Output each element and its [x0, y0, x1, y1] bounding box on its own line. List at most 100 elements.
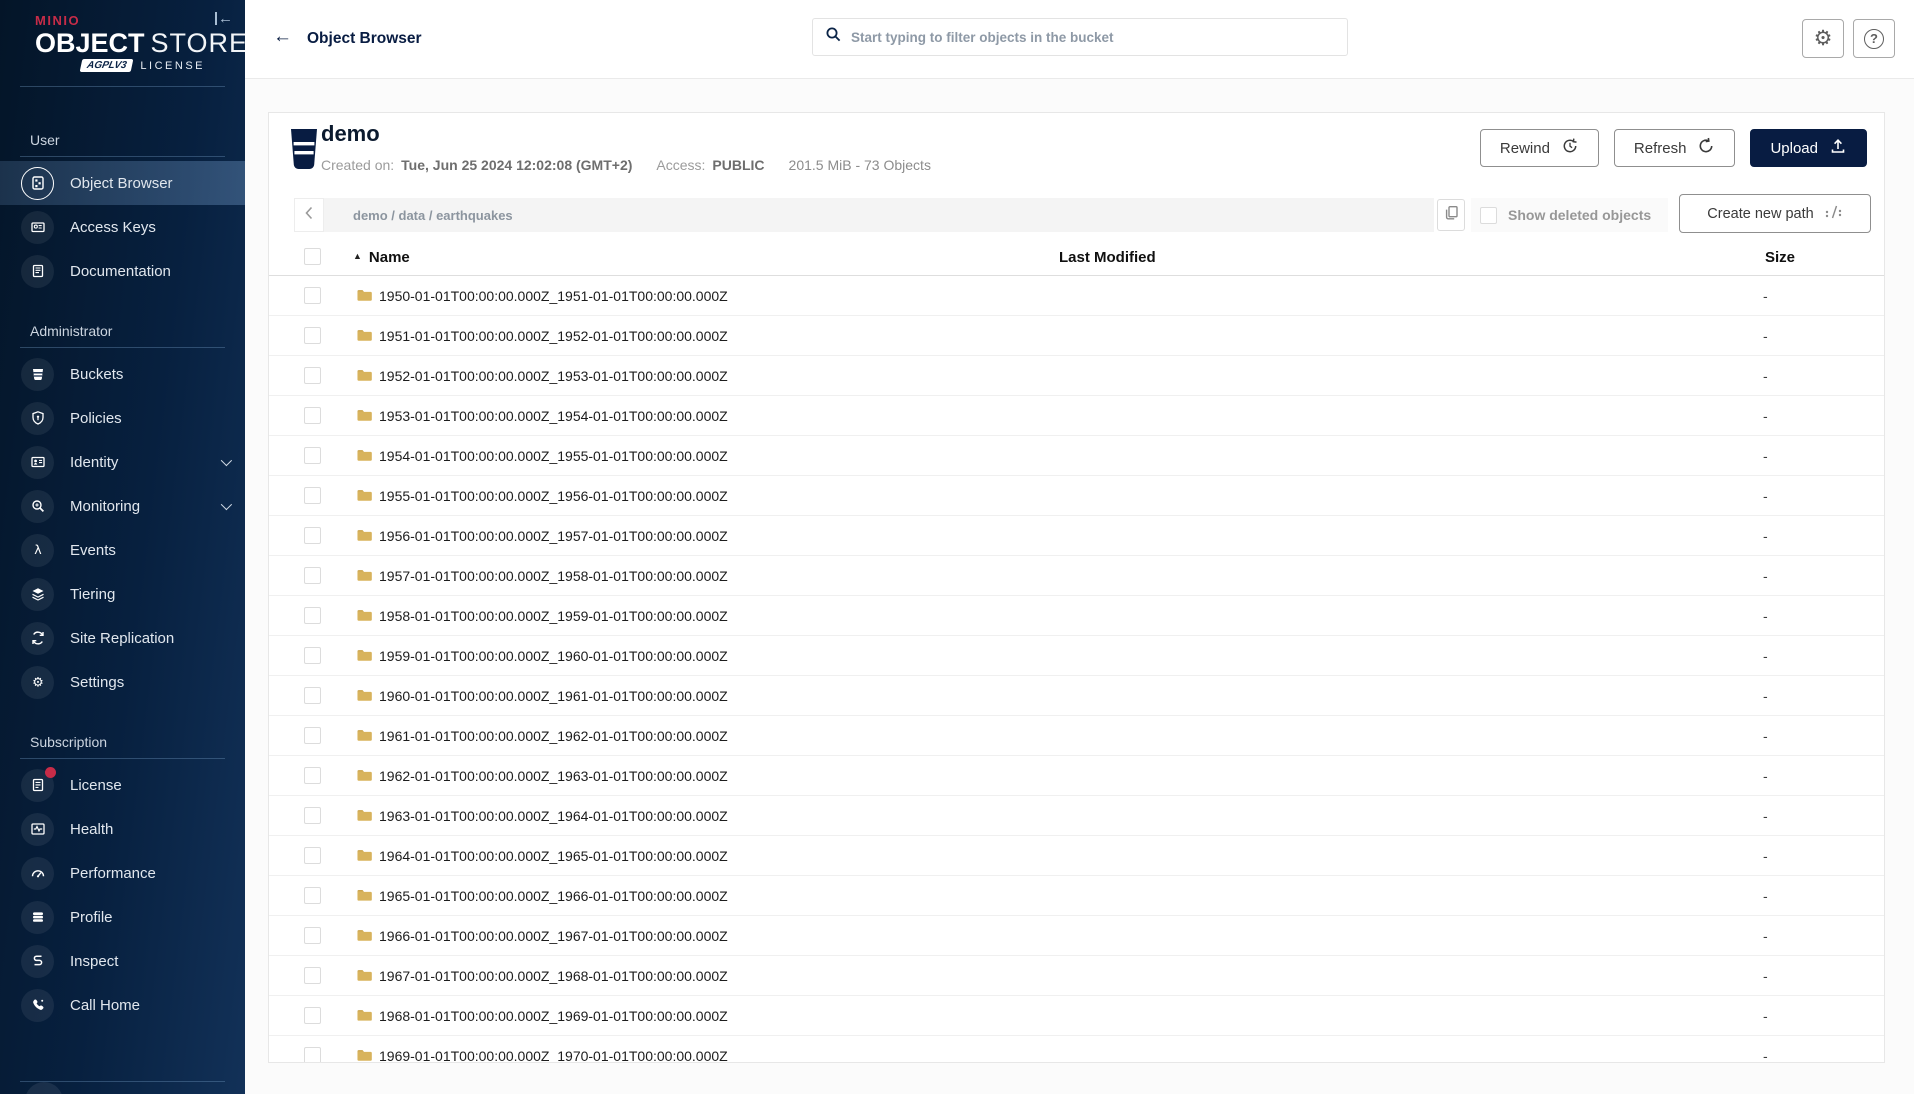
- table-row[interactable]: 1958-01-01T00:00:00.000Z_1959-01-01T00:0…: [269, 596, 1884, 636]
- table-row[interactable]: 1961-01-01T00:00:00.000Z_1962-01-01T00:0…: [269, 716, 1884, 756]
- row-checkbox[interactable]: [304, 607, 321, 624]
- sidebar-item-monitoring[interactable]: Monitoring: [0, 484, 245, 528]
- row-checkbox[interactable]: [304, 287, 321, 304]
- row-checkbox[interactable]: [304, 567, 321, 584]
- sidebar-item-license[interactable]: License: [0, 763, 245, 807]
- sidebar-item-documentation[interactable]: Documentation: [0, 249, 245, 293]
- column-header-name[interactable]: ▲Name: [353, 249, 410, 266]
- object-name: 1958-01-01T00:00:00.000Z_1959-01-01T00:0…: [379, 608, 728, 624]
- rewind-button[interactable]: Rewind: [1480, 129, 1599, 167]
- minio-logo: MINIO OBJECTSTORE AGPLV3 LICENSE: [0, 0, 210, 72]
- site-replication-icon: [21, 622, 54, 655]
- table-row[interactable]: 1950-01-01T00:00:00.000Z_1951-01-01T00:0…: [269, 276, 1884, 316]
- object-name: 1952-01-01T00:00:00.000Z_1953-01-01T00:0…: [379, 368, 728, 384]
- sidebar-item-object-browser[interactable]: Object Browser: [0, 161, 245, 205]
- access-keys-icon: [21, 211, 54, 244]
- sidebar-item-settings[interactable]: ⚙Settings: [0, 660, 245, 704]
- row-checkbox[interactable]: [304, 967, 321, 984]
- copy-path-button[interactable]: [1437, 199, 1465, 231]
- sidebar-item-call-home[interactable]: Call Home: [0, 983, 245, 1027]
- row-checkbox[interactable]: [304, 807, 321, 824]
- refresh-button[interactable]: Refresh: [1614, 129, 1736, 167]
- sidebar-bottom-icon: [25, 1082, 63, 1094]
- table-row[interactable]: 1959-01-01T00:00:00.000Z_1960-01-01T00:0…: [269, 636, 1884, 676]
- row-checkbox[interactable]: [304, 407, 321, 424]
- help-button[interactable]: ?: [1853, 19, 1895, 58]
- show-deleted-checkbox[interactable]: [1480, 207, 1497, 224]
- object-name: 1969-01-01T00:00:00.000Z_1970-01-01T00:0…: [379, 1048, 728, 1063]
- column-header-last-modified[interactable]: Last Modified: [1059, 249, 1156, 266]
- row-checkbox[interactable]: [304, 487, 321, 504]
- object-name: 1959-01-01T00:00:00.000Z_1960-01-01T00:0…: [379, 648, 728, 664]
- settings-button[interactable]: ⚙: [1802, 19, 1844, 58]
- sidebar-item-inspect[interactable]: Inspect: [0, 939, 245, 983]
- sidebar-item-label: Site Replication: [70, 630, 174, 647]
- bucket-name: demo: [321, 121, 380, 147]
- object-size: -: [1763, 768, 1768, 784]
- row-checkbox[interactable]: [304, 687, 321, 704]
- row-checkbox[interactable]: [304, 847, 321, 864]
- sidebar-item-label: Events: [70, 542, 116, 559]
- breadcrumb[interactable]: demo / data / earthquakes: [324, 198, 1434, 232]
- object-name: 1963-01-01T00:00:00.000Z_1964-01-01T00:0…: [379, 808, 728, 824]
- sidebar-item-profile[interactable]: Profile: [0, 895, 245, 939]
- sidebar-item-policies[interactable]: Policies: [0, 396, 245, 440]
- table-row[interactable]: 1952-01-01T00:00:00.000Z_1953-01-01T00:0…: [269, 356, 1884, 396]
- path-back-button[interactable]: [294, 198, 324, 232]
- row-checkbox[interactable]: [304, 767, 321, 784]
- table-row[interactable]: 1964-01-01T00:00:00.000Z_1965-01-01T00:0…: [269, 836, 1884, 876]
- row-checkbox[interactable]: [304, 327, 321, 344]
- column-header-size[interactable]: Size: [1765, 249, 1795, 266]
- show-deleted-panel: Show deleted objects: [1471, 198, 1668, 232]
- bucket-header: demo Created on: Tue, Jun 25 2024 12:02:…: [269, 113, 1884, 193]
- row-checkbox[interactable]: [304, 1007, 321, 1024]
- sidebar-item-performance[interactable]: Performance: [0, 851, 245, 895]
- table-row[interactable]: 1954-01-01T00:00:00.000Z_1955-01-01T00:0…: [269, 436, 1884, 476]
- object-filter-search[interactable]: [812, 18, 1348, 56]
- row-checkbox[interactable]: [304, 1047, 321, 1063]
- performance-icon: [21, 857, 54, 890]
- table-row[interactable]: 1966-01-01T00:00:00.000Z_1967-01-01T00:0…: [269, 916, 1884, 956]
- row-checkbox[interactable]: [304, 927, 321, 944]
- sidebar-item-label: Settings: [70, 674, 124, 691]
- sidebar-item-access-keys[interactable]: Access Keys: [0, 205, 245, 249]
- table-row[interactable]: 1969-01-01T00:00:00.000Z_1970-01-01T00:0…: [269, 1036, 1884, 1063]
- object-name: 1967-01-01T00:00:00.000Z_1968-01-01T00:0…: [379, 968, 728, 984]
- object-name: 1968-01-01T00:00:00.000Z_1969-01-01T00:0…: [379, 1008, 728, 1024]
- upload-button[interactable]: Upload: [1750, 129, 1867, 167]
- table-row[interactable]: 1968-01-01T00:00:00.000Z_1969-01-01T00:0…: [269, 996, 1884, 1036]
- sidebar-item-site-replication[interactable]: Site Replication: [0, 616, 245, 660]
- table-row[interactable]: 1953-01-01T00:00:00.000Z_1954-01-01T00:0…: [269, 396, 1884, 436]
- table-row[interactable]: 1955-01-01T00:00:00.000Z_1956-01-01T00:0…: [269, 476, 1884, 516]
- sidebar-item-health[interactable]: Health: [0, 807, 245, 851]
- tiering-icon: [21, 578, 54, 611]
- row-checkbox[interactable]: [304, 727, 321, 744]
- sidebar-item-identity[interactable]: Identity: [0, 440, 245, 484]
- divider: [20, 758, 225, 759]
- back-arrow-icon[interactable]: ←: [273, 26, 292, 48]
- sidebar-item-buckets[interactable]: Buckets: [0, 352, 245, 396]
- sidebar-item-events[interactable]: λEvents: [0, 528, 245, 572]
- collapse-sidebar-icon[interactable]: ←: [215, 10, 233, 27]
- row-checkbox[interactable]: [304, 447, 321, 464]
- sidebar-item-tiering[interactable]: Tiering: [0, 572, 245, 616]
- search-input[interactable]: [851, 30, 1335, 45]
- row-checkbox[interactable]: [304, 887, 321, 904]
- row-checkbox[interactable]: [304, 367, 321, 384]
- row-checkbox[interactable]: [304, 647, 321, 664]
- select-all-checkbox[interactable]: [304, 248, 321, 265]
- create-new-path-button[interactable]: Create new path: [1679, 194, 1871, 233]
- table-row[interactable]: 1956-01-01T00:00:00.000Z_1957-01-01T00:0…: [269, 516, 1884, 556]
- table-row[interactable]: 1967-01-01T00:00:00.000Z_1968-01-01T00:0…: [269, 956, 1884, 996]
- table-row[interactable]: 1960-01-01T00:00:00.000Z_1961-01-01T00:0…: [269, 676, 1884, 716]
- row-checkbox[interactable]: [304, 527, 321, 544]
- section-items: Object BrowserAccess KeysDocumentation: [0, 161, 245, 293]
- table-row[interactable]: 1965-01-01T00:00:00.000Z_1966-01-01T00:0…: [269, 876, 1884, 916]
- table-header: ▲Name Last Modified Size: [269, 242, 1884, 276]
- table-row[interactable]: 1962-01-01T00:00:00.000Z_1963-01-01T00:0…: [269, 756, 1884, 796]
- object-name: 1956-01-01T00:00:00.000Z_1957-01-01T00:0…: [379, 528, 728, 544]
- table-row[interactable]: 1957-01-01T00:00:00.000Z_1958-01-01T00:0…: [269, 556, 1884, 596]
- table-row[interactable]: 1951-01-01T00:00:00.000Z_1952-01-01T00:0…: [269, 316, 1884, 356]
- table-row[interactable]: 1963-01-01T00:00:00.000Z_1964-01-01T00:0…: [269, 796, 1884, 836]
- section-label-user: User: [30, 132, 215, 148]
